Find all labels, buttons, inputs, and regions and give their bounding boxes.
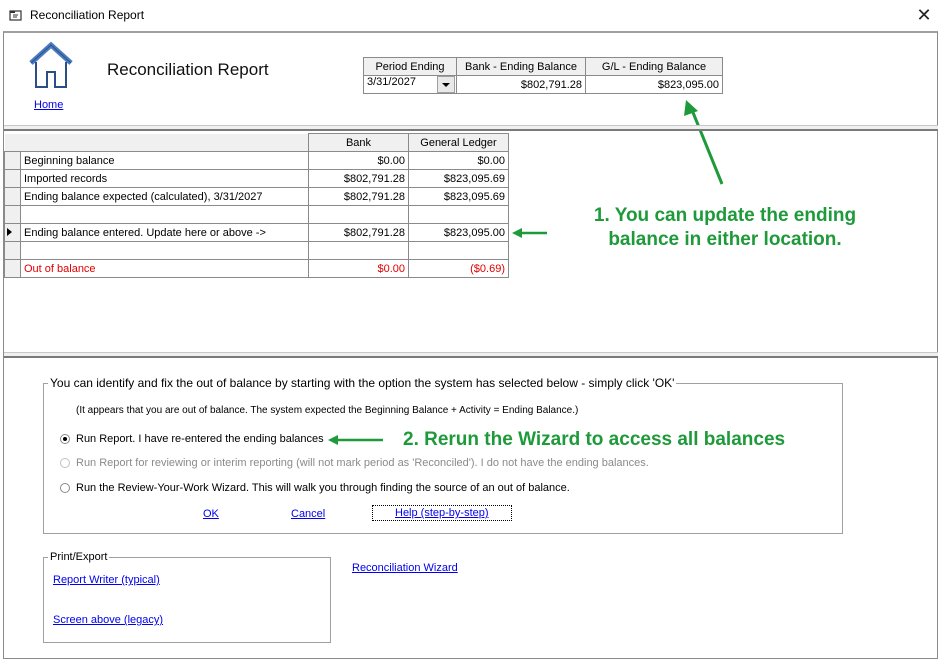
period-balance-table: Period Ending Bank - Ending Balance G/L … xyxy=(363,57,723,94)
radio-button-disabled[interactable] xyxy=(60,458,70,468)
chevron-down-icon[interactable] xyxy=(437,76,455,93)
row-selector[interactable] xyxy=(4,151,21,170)
annotation-line: 1. You can update the ending xyxy=(593,205,857,226)
gl-ending-balance-input[interactable]: $823,095.00 xyxy=(585,75,723,94)
radio-review-your-work-wizard[interactable]: Run the Review-Your-Work Wizard. This wi… xyxy=(60,482,570,494)
row-selector[interactable] xyxy=(4,187,21,206)
section-divider xyxy=(4,352,938,358)
bank-value[interactable]: $0.00 xyxy=(308,259,409,278)
bank-value[interactable] xyxy=(308,241,409,260)
gl-column-header: General Ledger xyxy=(408,133,509,152)
report-writer-link[interactable]: Report Writer (typical) xyxy=(53,574,160,586)
help-step-by-step-button[interactable]: Help (step-by-step) xyxy=(372,505,512,521)
grid-row-beginning-balance[interactable]: Beginning balance $0.00 $0.00 xyxy=(4,151,509,170)
annotation-arrow-up-icon xyxy=(684,100,724,185)
house-icon[interactable] xyxy=(27,41,75,91)
screen-above-link[interactable]: Screen above (legacy) xyxy=(53,614,163,626)
radio-run-report[interactable]: Run Report. I have re-entered the ending… xyxy=(60,433,324,445)
gl-value[interactable]: $823,095.00 xyxy=(408,223,509,242)
radio-label: Run the Review-Your-Work Wizard. This wi… xyxy=(76,482,570,494)
report-title: Reconciliation Report xyxy=(107,60,269,79)
radio-run-report-interim[interactable]: Run Report for reviewing or interim repo… xyxy=(60,457,649,469)
bank-value[interactable]: $802,791.28 xyxy=(308,223,409,242)
row-label xyxy=(20,205,309,224)
grid-row-blank[interactable] xyxy=(4,241,509,260)
bank-value[interactable]: $802,791.28 xyxy=(308,169,409,188)
grid-row-out-of-balance[interactable]: Out of balance $0.00 ($0.69) xyxy=(4,259,509,278)
row-label: Beginning balance xyxy=(20,151,309,170)
row-label: Ending balance expected (calculated), 3/… xyxy=(20,187,309,206)
bank-column-header: Bank xyxy=(308,133,409,152)
gl-value[interactable]: $823,095.69 xyxy=(408,169,509,188)
app-window-icon xyxy=(9,10,22,21)
print-export-legend: Print/Export xyxy=(48,551,110,563)
cancel-button[interactable]: Cancel xyxy=(291,508,325,520)
annotation-update-ending-balance: 1. You can update the ending balance in … xyxy=(560,204,890,252)
period-ending-header: Period Ending xyxy=(363,57,457,76)
bank-ending-balance-input[interactable]: $802,791.28 xyxy=(456,75,586,94)
bank-value[interactable] xyxy=(308,205,409,224)
grid-corner xyxy=(4,133,309,152)
bank-value[interactable]: $0.00 xyxy=(308,151,409,170)
grid-row-ending-entered[interactable]: Ending balance entered. Update here or a… xyxy=(4,223,509,242)
print-export-group xyxy=(43,557,331,643)
radio-button[interactable] xyxy=(60,483,70,493)
period-ending-value: 3/31/2027 xyxy=(367,76,416,88)
row-label: Ending balance entered. Update here or a… xyxy=(20,223,309,242)
gl-value[interactable] xyxy=(408,241,509,260)
row-selector[interactable] xyxy=(4,205,21,224)
bank-value[interactable]: $802,791.28 xyxy=(308,187,409,206)
gl-ending-balance-header: G/L - Ending Balance xyxy=(585,57,723,76)
gl-value[interactable]: $0.00 xyxy=(408,151,509,170)
reconciliation-wizard-link[interactable]: Reconciliation Wizard xyxy=(352,562,458,574)
row-label: Out of balance xyxy=(20,259,309,278)
section-divider xyxy=(4,125,938,131)
balance-grid: Bank General Ledger Beginning balance $0… xyxy=(4,133,509,278)
ok-button[interactable]: OK xyxy=(203,508,219,520)
gl-value[interactable] xyxy=(408,205,509,224)
period-ending-dropdown[interactable]: 3/31/2027 xyxy=(363,75,457,94)
row-selector[interactable] xyxy=(4,259,21,278)
grid-row-ending-expected[interactable]: Ending balance expected (calculated), 3/… xyxy=(4,187,509,206)
bank-ending-balance-header: Bank - Ending Balance xyxy=(456,57,586,76)
home-link[interactable]: Home xyxy=(34,99,63,111)
radio-button-selected[interactable] xyxy=(60,434,70,444)
row-label xyxy=(20,241,309,260)
annotation-arrow-left-icon xyxy=(328,435,383,445)
row-selector[interactable] xyxy=(4,169,21,188)
row-selector[interactable] xyxy=(4,241,21,260)
current-row-pointer-icon xyxy=(7,227,12,236)
annotation-rerun-wizard: 2. Rerun the Wizard to access all balanc… xyxy=(403,429,786,450)
gl-value[interactable]: $823,095.69 xyxy=(408,187,509,206)
gl-value[interactable]: ($0.69) xyxy=(408,259,509,278)
grid-row-imported-records[interactable]: Imported records $802,791.28 $823,095.69 xyxy=(4,169,509,188)
window-title: Reconciliation Report xyxy=(30,8,145,22)
options-group-legend: You can identify and fix the out of bala… xyxy=(48,376,677,390)
grid-row-blank[interactable] xyxy=(4,205,509,224)
title-bar: Reconciliation Report ✕ xyxy=(0,0,942,31)
annotation-line: balance in either location. xyxy=(608,229,842,250)
out-of-balance-info: (It appears that you are out of balance.… xyxy=(76,405,579,416)
annotation-arrow-left-icon xyxy=(512,228,547,238)
close-button[interactable]: ✕ xyxy=(912,4,936,26)
radio-label: Run Report. I have re-entered the ending… xyxy=(76,433,324,445)
row-label: Imported records xyxy=(20,169,309,188)
radio-label: Run Report for reviewing or interim repo… xyxy=(76,457,649,469)
row-selector-current[interactable] xyxy=(4,223,21,242)
